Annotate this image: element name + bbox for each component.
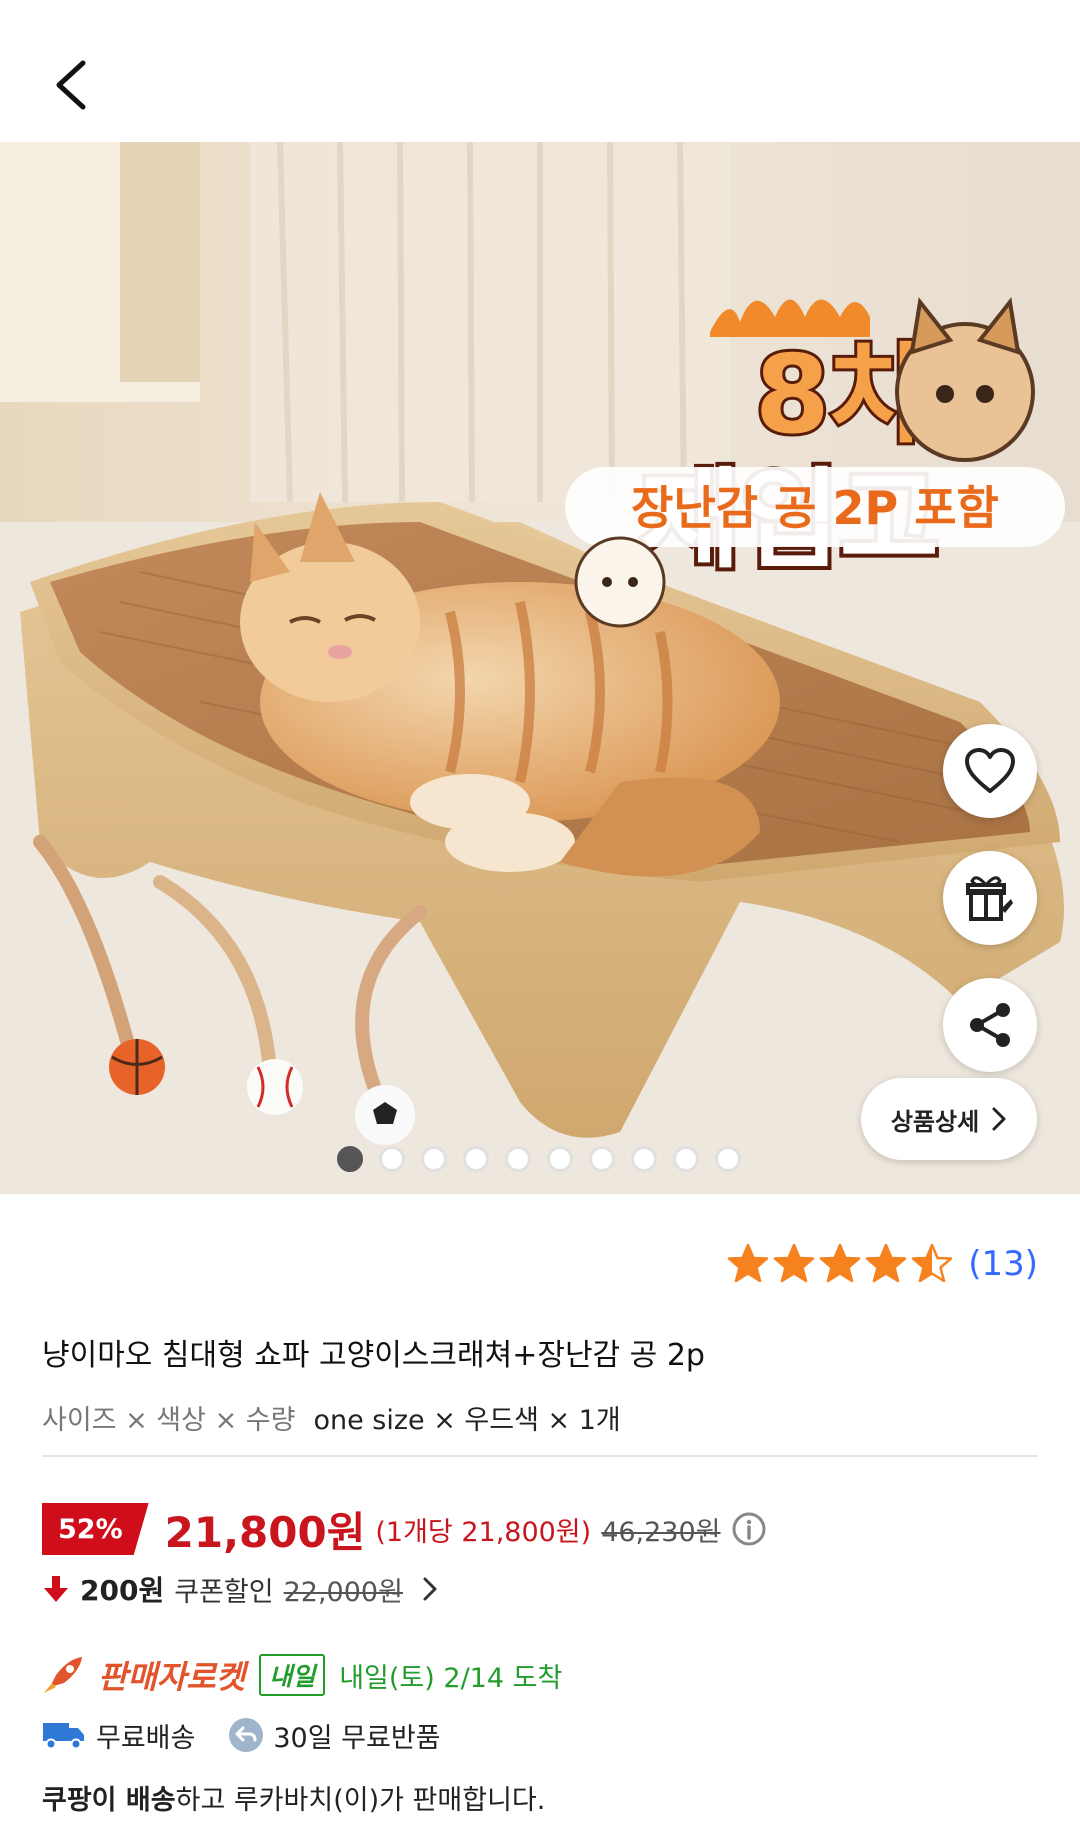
shipping-row: 무료배송 30일 무료반품 — [42, 1714, 441, 1756]
star-icon — [865, 1243, 907, 1283]
original-price: 46,230원 — [601, 1516, 721, 1548]
wishlist-button[interactable] — [943, 724, 1037, 818]
sale-price: 21,800원 — [164, 1507, 366, 1557]
delivery-row: 판매자로켓 내일 내일(토) 2/14 도착 — [42, 1651, 562, 1699]
coupon-discount-row[interactable]: 200원 쿠폰할인 22,000원 — [42, 1568, 439, 1610]
svg-text:장난감 공 2P 포함: 장난감 공 2P 포함 — [631, 481, 999, 535]
carousel-dot[interactable] — [463, 1146, 489, 1172]
coupon-label: 쿠폰할인 — [174, 1576, 274, 1608]
star-icon — [911, 1243, 953, 1283]
carousel-dot[interactable] — [505, 1146, 531, 1172]
heart-icon — [965, 748, 1015, 793]
option-summary[interactable]: 사이즈 × 색상 × 수량 one size × 우드색 × 1개 — [42, 1398, 621, 1437]
carousel-dot[interactable] — [337, 1146, 363, 1172]
carousel-dot[interactable] — [589, 1146, 615, 1172]
carousel-dot[interactable] — [631, 1146, 657, 1172]
carousel-indicator — [337, 1146, 741, 1172]
discount-badge: 52% — [42, 1503, 149, 1555]
truck-icon — [43, 1723, 84, 1750]
back-button[interactable] — [40, 50, 100, 120]
carousel-dot[interactable] — [379, 1146, 405, 1172]
product-photo: 8차 재입고 장난감 공 2P 포함 — [0, 142, 1080, 1194]
star-icon — [773, 1243, 815, 1283]
price-row: 52% 21,800원 (1개당 21,800원) 46,230원 — [42, 1503, 767, 1557]
divider — [42, 1455, 1038, 1457]
coupon-amount: 200원 — [80, 1574, 165, 1607]
seller-info: 쿠팡이 배송하고 루카바치(이)가 판매합니다. — [42, 1778, 545, 1817]
rating[interactable]: (13) — [726, 1243, 1038, 1285]
carousel-dot[interactable] — [547, 1146, 573, 1172]
review-count[interactable]: (13) — [968, 1244, 1038, 1284]
star-icon — [819, 1243, 861, 1283]
option-value: one size × 우드색 × 1개 — [313, 1405, 621, 1436]
free-shipping: 무료배송 — [96, 1722, 196, 1754]
star-icon — [727, 1243, 769, 1283]
info-icon[interactable] — [731, 1511, 767, 1547]
top-bar — [0, 0, 1080, 142]
seller-prefix: 쿠팡이 배송 — [42, 1785, 176, 1816]
coupon-original-price: 22,000원 — [283, 1576, 403, 1608]
unit-price: (1개당 21,800원) — [375, 1516, 592, 1548]
gift-button[interactable] — [943, 851, 1037, 945]
chevron-right-icon — [992, 1107, 1006, 1131]
carousel-dot[interactable] — [673, 1146, 699, 1172]
arrow-down-icon — [44, 1576, 68, 1602]
product-image-carousel[interactable]: 8차 재입고 장난감 공 2P 포함 — [0, 142, 1080, 1194]
tomorrow-badge: 내일 — [259, 1654, 326, 1696]
product-detail-button[interactable]: 상품상세 — [861, 1078, 1037, 1160]
free-return: 30일 무료반품 — [273, 1722, 441, 1754]
rocket-delivery-label: 판매자로켓 — [98, 1658, 246, 1696]
option-label: 사이즈 × 색상 × 수량 — [42, 1405, 296, 1436]
product-title: 냥이마오 침대형 쇼파 고양이스크래쳐+장난감 공 2p — [42, 1338, 705, 1373]
product-detail-label: 상품상세 — [890, 1107, 980, 1136]
seller-text: 하고 루카바치(이)가 판매합니다. — [175, 1785, 546, 1816]
carousel-dot[interactable] — [715, 1146, 741, 1172]
rocket-icon — [44, 1657, 82, 1693]
arrival-date: 내일(토) 2/14 도착 — [339, 1662, 563, 1694]
carousel-dot[interactable] — [421, 1146, 447, 1172]
share-button[interactable] — [943, 978, 1037, 1072]
chevron-right-icon — [423, 1577, 437, 1601]
return-icon — [229, 1718, 264, 1752]
chevron-left-icon — [56, 60, 86, 110]
gift-icon — [966, 876, 1013, 921]
star-rating — [726, 1243, 954, 1285]
share-icon — [970, 1003, 1010, 1047]
